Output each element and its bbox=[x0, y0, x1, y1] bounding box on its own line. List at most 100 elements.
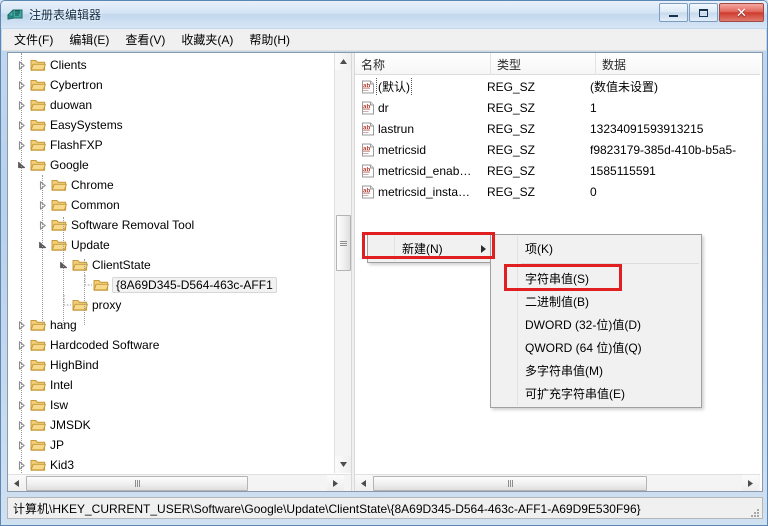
collapse-arrow-icon[interactable] bbox=[56, 257, 72, 273]
folder-icon bbox=[30, 358, 46, 372]
table-row[interactable]: ab metricsid_enab… REG_SZ 1585115591 bbox=[355, 160, 760, 181]
tree-item-flashfxp[interactable]: FlashFXP bbox=[8, 135, 334, 155]
folder-icon bbox=[30, 418, 46, 432]
value-data-cell: f9823179-385d-410b-b5a5- bbox=[590, 142, 737, 157]
table-row[interactable]: ab metricsid REG_SZ f9823179-385d-410b-b5a5… bbox=[355, 139, 760, 160]
tree-item-hardcoded-software[interactable]: Hardcoded Software bbox=[8, 335, 334, 355]
close-icon: ✕ bbox=[736, 5, 747, 20]
scroll-down-arrow-icon[interactable] bbox=[335, 456, 351, 473]
title-bar[interactable]: 注册表编辑器 ✕ bbox=[1, 1, 767, 28]
submenu-item-1[interactable]: 项(K) bbox=[491, 237, 701, 260]
menu-help[interactable]: 帮助(H) bbox=[241, 28, 298, 51]
expand-arrow-icon[interactable] bbox=[14, 137, 30, 153]
expand-arrow-icon[interactable] bbox=[35, 177, 51, 193]
tree-connector-line bbox=[21, 53, 22, 473]
close-button[interactable]: ✕ bbox=[719, 3, 764, 22]
tree-item-isw[interactable]: Isw bbox=[8, 395, 334, 415]
table-row[interactable]: ab lastrun REG_SZ 13234091593913215 bbox=[355, 118, 760, 139]
tree-hscrollbar-thumb[interactable] bbox=[26, 475, 248, 491]
tree-item-jp[interactable]: JP bbox=[8, 435, 334, 455]
expand-arrow-icon[interactable] bbox=[14, 97, 30, 113]
tree-horizontal-scrollbar[interactable] bbox=[8, 474, 351, 491]
tree-item-hang[interactable]: hang bbox=[8, 315, 334, 335]
registry-editor-window: 注册表编辑器 ✕ 文件(F) 编辑(E) 查看(V) 收藏夹(A) 帮助(H) … bbox=[0, 0, 768, 526]
expand-arrow-icon[interactable] bbox=[14, 57, 30, 73]
scroll-right-arrow-icon[interactable] bbox=[742, 475, 759, 491]
tree-item-easysystems[interactable]: EasySystems bbox=[8, 115, 334, 135]
tree-item-common[interactable]: Common bbox=[8, 195, 334, 215]
values-hscrollbar-thumb[interactable] bbox=[373, 475, 647, 491]
collapse-arrow-icon[interactable] bbox=[14, 157, 30, 173]
collapse-arrow-icon[interactable] bbox=[35, 237, 51, 253]
expand-arrow-icon[interactable] bbox=[14, 337, 30, 353]
scroll-right-arrow-icon[interactable] bbox=[327, 475, 344, 491]
submenu-item-3[interactable]: 二进制值(B) bbox=[491, 290, 701, 313]
tree-scrollbar-thumb[interactable] bbox=[336, 215, 351, 271]
tree-vertical-scrollbar[interactable] bbox=[334, 53, 351, 473]
tree-item-proxy[interactable]: proxy bbox=[8, 295, 334, 315]
tree-item-label: JMSDK bbox=[50, 418, 91, 432]
tree-item-google[interactable]: Google bbox=[8, 155, 334, 175]
tree-item-kid3[interactable]: Kid3 bbox=[8, 455, 334, 473]
resize-grip-icon[interactable] bbox=[749, 506, 759, 517]
minimize-icon bbox=[669, 15, 678, 17]
expand-arrow-icon[interactable] bbox=[35, 217, 51, 233]
folder-icon bbox=[72, 258, 88, 272]
tree-item-highbind[interactable]: HighBind bbox=[8, 355, 334, 375]
table-row[interactable]: ab dr REG_SZ 1 bbox=[355, 97, 760, 118]
tree-connector-line bbox=[84, 259, 85, 325]
expand-arrow-icon[interactable] bbox=[14, 377, 30, 393]
column-header-data[interactable]: 数据 bbox=[596, 53, 760, 75]
expand-arrow-icon[interactable] bbox=[14, 357, 30, 373]
tree-item-cybertron[interactable]: Cybertron bbox=[8, 75, 334, 95]
expand-arrow-icon[interactable] bbox=[14, 397, 30, 413]
column-header-type[interactable]: 类型 bbox=[491, 53, 596, 75]
expand-arrow-icon[interactable] bbox=[14, 317, 30, 333]
tree-item-label: Update bbox=[71, 238, 110, 252]
submenu-item-4[interactable]: DWORD (32-位)值(D) bbox=[491, 313, 701, 336]
value-type-cell: REG_SZ bbox=[487, 100, 536, 115]
tree-item-intel[interactable]: Intel bbox=[8, 375, 334, 395]
values-horizontal-scrollbar[interactable] bbox=[355, 474, 760, 491]
expand-arrow-icon[interactable] bbox=[14, 457, 30, 473]
submenu-item-5[interactable]: QWORD (64 位)值(Q) bbox=[491, 336, 701, 359]
tree-item-duowan[interactable]: duowan bbox=[8, 95, 334, 115]
submenu-item-6[interactable]: 多字符串值(M) bbox=[491, 359, 701, 382]
tree-item-8a69d345-d564-463c-aff1[interactable]: {8A69D345-D564-463c-AFF1 bbox=[8, 275, 334, 295]
minimize-button[interactable] bbox=[659, 3, 688, 22]
menu-edit[interactable]: 编辑(E) bbox=[61, 28, 117, 51]
submenu-item-2[interactable]: 字符串值(S) bbox=[491, 267, 701, 290]
new-submenu[interactable]: 项(K) 字符串值(S) 二进制值(B) DWORD (32-位)值(D) QWORD … bbox=[490, 234, 702, 408]
tree-item-update[interactable]: Update bbox=[8, 235, 334, 255]
registry-tree[interactable]: Clients Cybertron duowan EasySystems FlashFX… bbox=[8, 53, 334, 473]
expand-arrow-icon[interactable] bbox=[14, 117, 30, 133]
menu-favorites-label: 收藏夹(A) bbox=[181, 33, 234, 47]
tree-item-clients[interactable]: Clients bbox=[8, 55, 334, 75]
maximize-button[interactable] bbox=[689, 3, 718, 22]
context-menu-item-new[interactable]: 新建(N) bbox=[368, 237, 494, 260]
tree-item-software-removal-tool[interactable]: Software Removal Tool bbox=[8, 215, 334, 235]
expand-arrow-icon[interactable] bbox=[14, 437, 30, 453]
expand-arrow-icon[interactable] bbox=[14, 417, 30, 433]
menu-file[interactable]: 文件(F) bbox=[6, 28, 61, 51]
expand-arrow-icon[interactable] bbox=[14, 77, 30, 93]
column-header-name[interactable]: 名称 bbox=[355, 53, 491, 75]
submenu-item-label: 项(K) bbox=[525, 242, 553, 256]
menu-view[interactable]: 查看(V) bbox=[117, 28, 173, 51]
context-menu[interactable]: 新建(N) bbox=[367, 234, 495, 263]
scroll-left-arrow-icon[interactable] bbox=[355, 475, 372, 491]
tree-item-jmsdk[interactable]: JMSDK bbox=[8, 415, 334, 435]
value-name-cell: ab (默认) bbox=[355, 78, 485, 95]
scroll-up-arrow-icon[interactable] bbox=[335, 53, 351, 70]
table-row[interactable]: ab (默认) REG_SZ (数值未设置) bbox=[355, 76, 760, 97]
scroll-left-arrow-icon[interactable] bbox=[8, 475, 25, 491]
submenu-item-label: 可扩充字符串值(E) bbox=[525, 387, 625, 401]
expand-arrow-icon[interactable] bbox=[35, 197, 51, 213]
tree-item-chrome[interactable]: Chrome bbox=[8, 175, 334, 195]
value-data-cell: (数值未设置) bbox=[590, 80, 658, 94]
table-row[interactable]: ab metricsid_insta… REG_SZ 0 bbox=[355, 181, 760, 202]
tree-item-clientstate[interactable]: ClientState bbox=[8, 255, 334, 275]
submenu-item-7[interactable]: 可扩充字符串值(E) bbox=[491, 382, 701, 405]
menu-favorites[interactable]: 收藏夹(A) bbox=[173, 28, 241, 51]
